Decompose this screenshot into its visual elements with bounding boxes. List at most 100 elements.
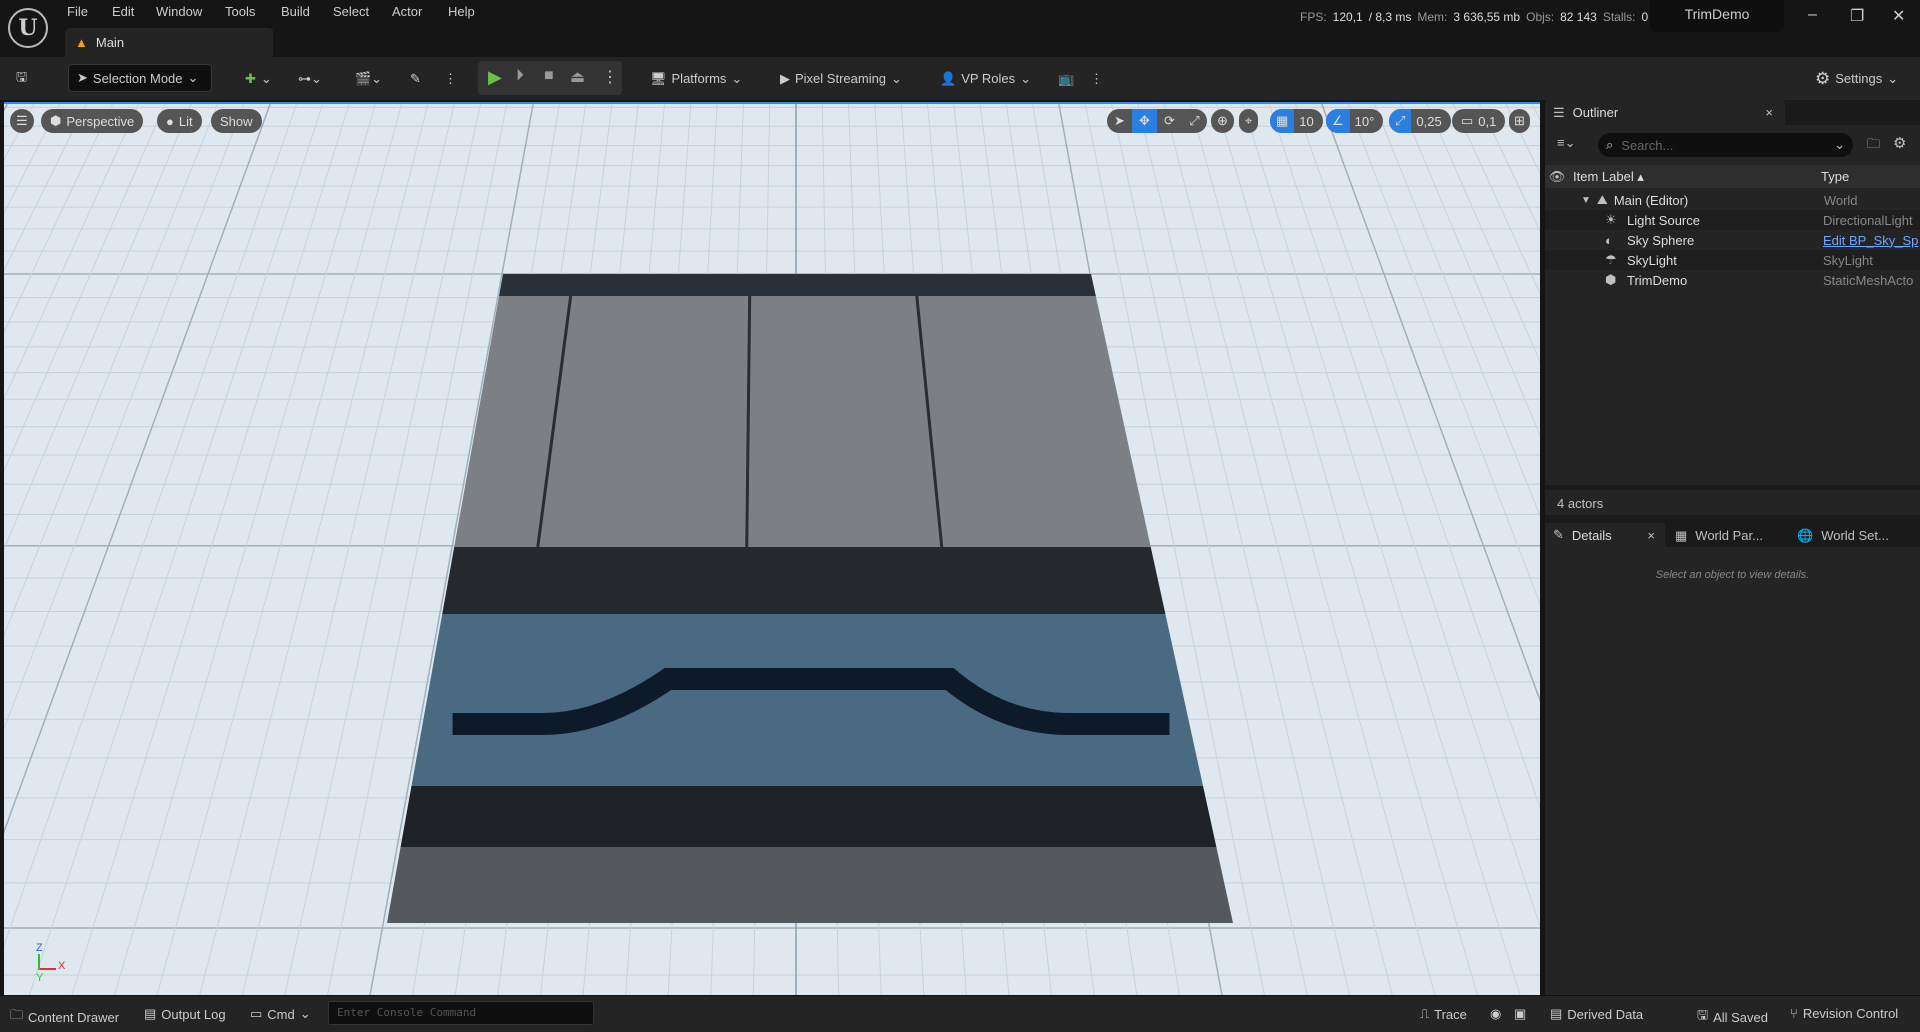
menu-actor[interactable]: Actor (392, 4, 422, 19)
revision-control-button[interactable]: ⑂ Revision Control (1790, 1006, 1898, 1021)
axis-x-label: X (58, 960, 66, 972)
pixel-streaming-dropdown[interactable]: ▶ Pixel Streaming ⌄ (780, 65, 902, 92)
menu-edit[interactable]: Edit (112, 4, 134, 19)
all-saved-button[interactable]: 🖫 All Saved (1697, 1006, 1768, 1028)
screenshot-icon[interactable]: ▣ (1514, 1006, 1526, 1022)
item-type[interactable]: Edit BP_Sky_Sp (1823, 233, 1918, 248)
unreal-logo[interactable]: U (8, 8, 48, 48)
tab-details[interactable]: ✎ Details × (1545, 523, 1665, 547)
trace-button[interactable]: ⎍ Trace (1420, 1006, 1467, 1022)
record-icon[interactable]: ◉ (1490, 1006, 1501, 1022)
more-icon[interactable]: ⋮ (444, 65, 457, 92)
outliner-search-input[interactable]: ⌕ Search... ⌄ (1598, 133, 1853, 157)
filter-icon[interactable]: ≡⌄ (1557, 135, 1575, 151)
outliner-row[interactable]: ☂ SkyLight SkyLight (1545, 250, 1920, 270)
outliner-row[interactable]: ⬢ TrimDemo StaticMeshActo (1545, 270, 1920, 290)
translate-tool-icon[interactable]: ✥ (1132, 109, 1157, 133)
mesh-top-strip (499, 274, 1096, 296)
perspective-label: Perspective (66, 113, 135, 129)
world-local-icon[interactable]: ⊕ (1211, 109, 1234, 133)
level-viewport[interactable]: ☰ ⬢ Perspective ● Lit Show ➤ ✥ ⟳ ⤢ ⊕ ⌖ ▦ 10… (4, 102, 1540, 995)
scale-snap-button[interactable]: ⤢ 0,25 (1389, 109, 1451, 133)
lit-button[interactable]: ● Lit (157, 109, 202, 133)
save-icon[interactable]: 🖫 (16, 65, 27, 92)
surface-snap-icon[interactable]: ⌖ (1239, 109, 1259, 133)
mem-value: 3 636,55 mb (1453, 10, 1521, 24)
stop-button[interactable]: ■ (544, 67, 554, 85)
viewport-layout-icon[interactable]: ⊞ (1509, 109, 1530, 133)
rotate-tool-icon[interactable]: ⟳ (1157, 113, 1182, 129)
scale-tool-icon[interactable]: ⤢ (1182, 113, 1207, 129)
expand-arrow-icon[interactable]: ▼ (1581, 195, 1591, 206)
console-input[interactable]: Enter Console Command (328, 1001, 594, 1025)
menu-tools[interactable]: Tools (225, 4, 255, 19)
menu-window[interactable]: Window (156, 4, 202, 19)
revision-control-label: Revision Control (1802, 1006, 1899, 1021)
menu-select[interactable]: Select (333, 4, 369, 19)
outliner-row[interactable]: ◐ Sky Sphere Edit BP_Sky_Sp (1545, 230, 1920, 250)
vp-roles-label: VP Roles (961, 71, 1016, 86)
rotation-snap-button[interactable]: ∠ 10° (1326, 109, 1384, 133)
grid-line (1295, 104, 1540, 809)
col-type[interactable]: Type (1815, 169, 1849, 184)
angle-icon: ∠ (1326, 109, 1350, 133)
show-button[interactable]: Show (211, 109, 262, 133)
platforms-icon: 🖥 (650, 70, 667, 86)
tab-world-partition[interactable]: ▦ World Par... (1675, 528, 1763, 544)
settings-dropdown[interactable]: ⚙ Settings ⌄ (1815, 65, 1898, 92)
grid-line (4, 104, 35, 161)
tab-world-settings[interactable]: 🌐 World Set... (1797, 528, 1889, 544)
tab-main[interactable]: ▲ Main (65, 28, 273, 57)
close-tab-icon[interactable]: × (1647, 528, 1655, 543)
settings-label: Settings (1835, 71, 1883, 86)
trace-label: Trace (1434, 1006, 1467, 1022)
outliner-row[interactable]: ☀ Light Source DirectionalLight (1545, 210, 1920, 230)
close-tab-icon[interactable]: × (1765, 105, 1773, 120)
derived-data-button[interactable]: ▤ Derived Data (1550, 1006, 1643, 1022)
camera-speed-button[interactable]: ▭ 0,1 (1452, 109, 1506, 133)
objs-label: Objs: (1526, 10, 1555, 24)
maximize-button[interactable]: ❐ (1850, 6, 1864, 26)
cmd-dropdown[interactable]: ▭ Cmd ⌄ (250, 1006, 311, 1022)
minimize-button[interactable]: – (1808, 6, 1817, 24)
col-item-label[interactable]: Item Label ▴ (1569, 169, 1815, 185)
tv-icon[interactable]: 📺 (1058, 65, 1074, 92)
selection-mode-dropdown[interactable]: ➤ Selection Mode ⌄ (68, 64, 212, 92)
cursor-icon: ➤ (77, 70, 88, 85)
cinematics-button[interactable]: 🎬⌄ (355, 65, 382, 92)
menu-build[interactable]: Build (281, 4, 310, 19)
root-type: World (1823, 192, 1858, 208)
platforms-label: Platforms (671, 71, 727, 86)
tab-outliner[interactable]: ☰ Outliner × (1545, 100, 1785, 125)
gear-icon[interactable]: ⚙ (1893, 134, 1906, 152)
add-folder-icon[interactable]: 🗀 (1867, 135, 1880, 157)
mesh-metal-panels (454, 296, 1151, 547)
close-button[interactable]: ✕ (1892, 6, 1905, 26)
mesh-dark-band (442, 547, 1166, 614)
eject-button[interactable]: ⏏ (570, 67, 585, 87)
content-drawer-button[interactable]: 🗀 Content Drawer (10, 1006, 119, 1028)
visibility-icon[interactable]: 👁 (1545, 169, 1569, 185)
blueprint-button[interactable]: ⊶⌄ (298, 65, 322, 92)
more-icon[interactable]: ⋮ (1090, 65, 1103, 92)
search-icon: ⌕ (1606, 137, 1614, 152)
select-tool-icon[interactable]: ➤ (1107, 113, 1132, 129)
platforms-dropdown[interactable]: 🖥 Platforms ⌄ (650, 65, 742, 92)
chevron-down-icon[interactable]: ⌄ (1834, 137, 1845, 153)
outliner-title: Outliner (1572, 105, 1619, 120)
menu-file[interactable]: File (67, 4, 88, 19)
vp-roles-icon: 👤 (940, 70, 957, 86)
play-options-icon[interactable]: ⋮ (602, 67, 618, 87)
outliner-row-root[interactable]: ▼ ⛰ Main (Editor) World (1545, 190, 1920, 210)
output-log-button[interactable]: ▤ Output Log (144, 1006, 226, 1022)
modeling-button[interactable]: ✎ (410, 65, 421, 92)
advance-frame-button[interactable]: ⏵ (516, 67, 524, 85)
menu-help[interactable]: Help (448, 4, 475, 19)
perspective-button[interactable]: ⬢ Perspective (41, 109, 144, 133)
viewport-menu-button[interactable]: ☰ (10, 109, 34, 133)
vp-roles-dropdown[interactable]: 👤 VP Roles ⌄ (940, 65, 1031, 92)
grid-snap-button[interactable]: ▦ 10 (1270, 109, 1323, 133)
play-button[interactable]: ▶ (488, 67, 502, 88)
add-actor-button[interactable]: ✚ ⌄ (245, 65, 272, 92)
viewport-scene[interactable] (4, 104, 1540, 995)
